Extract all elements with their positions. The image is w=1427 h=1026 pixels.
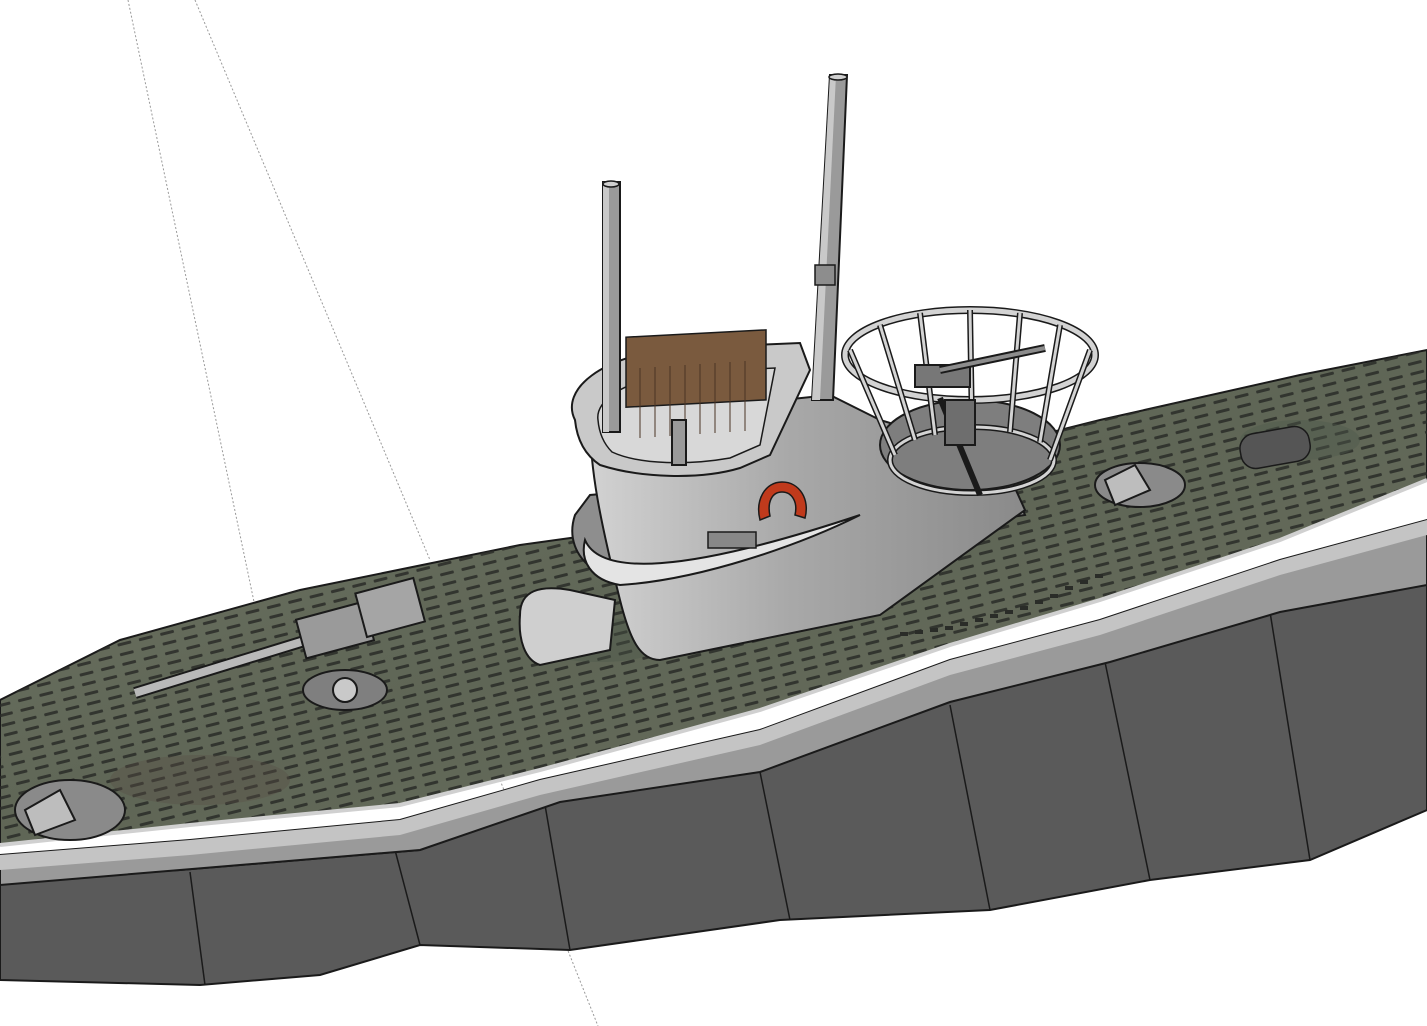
periscope-icon bbox=[602, 180, 621, 433]
hatch-icon bbox=[14, 779, 126, 841]
submarine-render bbox=[0, 0, 1427, 1026]
antenna-mast bbox=[671, 419, 687, 466]
hatch-icon bbox=[1094, 462, 1186, 508]
model-viewport[interactable] bbox=[0, 0, 1427, 1026]
